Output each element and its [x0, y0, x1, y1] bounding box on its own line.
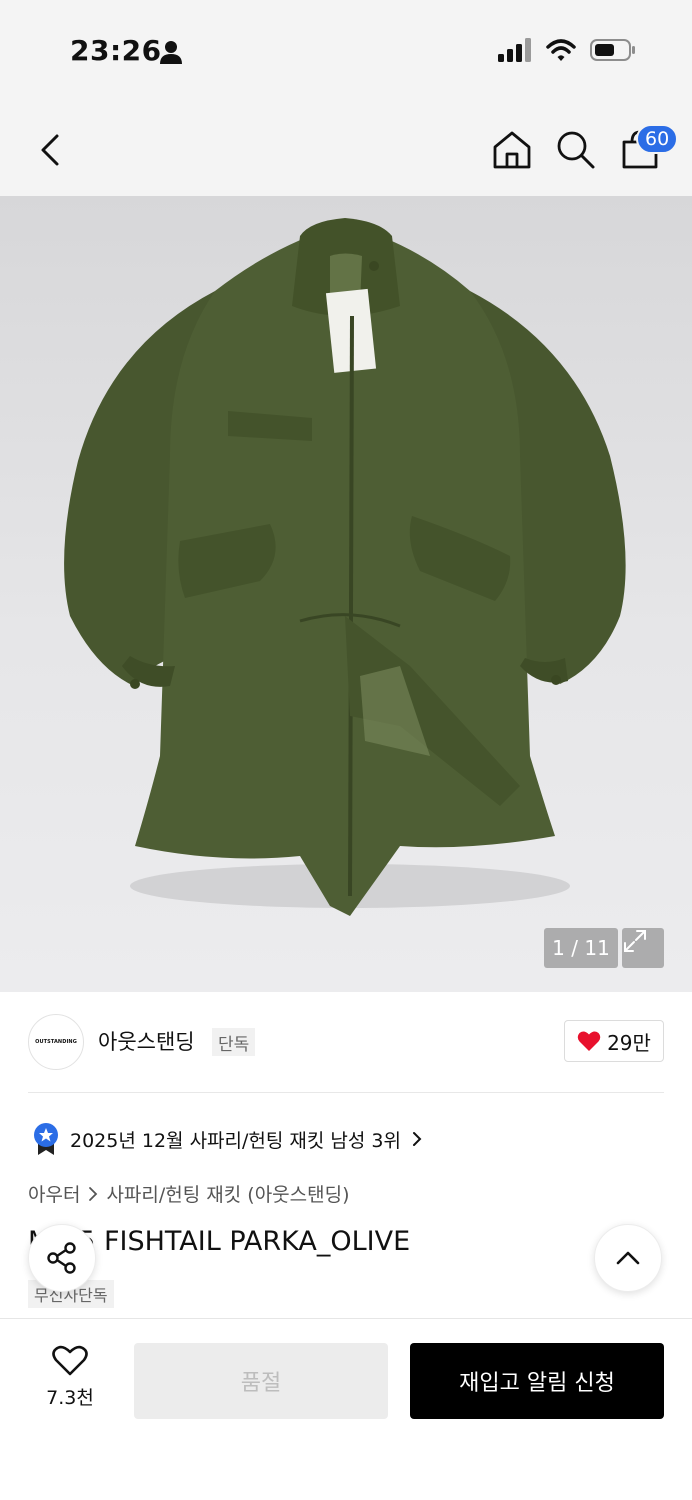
nav-bar	[0, 100, 692, 196]
chevron-left-icon	[41, 134, 59, 166]
back-button[interactable]	[30, 128, 70, 172]
cart-count-badge: 60	[636, 124, 679, 154]
home-icon[interactable]	[490, 128, 534, 172]
chevron-up-icon	[616, 1251, 640, 1265]
battery-icon	[590, 39, 635, 61]
soldout-button[interactable]: 품절	[134, 1343, 388, 1419]
brand-row: OUTSTANDING 아웃스탠딩 단독 29만	[28, 1014, 664, 1070]
scroll-top-button[interactable]	[594, 1224, 662, 1292]
divider	[28, 1092, 664, 1093]
breadcrumb: 아우터 사파리/헌팅 재킷 (아웃스탠딩)	[28, 1180, 350, 1207]
share-button[interactable]	[28, 1224, 96, 1292]
breadcrumb-category[interactable]: 아우터	[28, 1180, 80, 1207]
signal-icon	[498, 38, 531, 62]
status-indicators	[498, 38, 636, 62]
brand-logo[interactable]: OUTSTANDING	[28, 1014, 84, 1070]
bottom-action-bar: 7.3천 품절 재입고 알림 신청	[0, 1318, 692, 1500]
brand-exclusive-tag: 단독	[212, 1028, 256, 1056]
brand-name[interactable]: 아웃스탠딩	[98, 1026, 195, 1056]
chevron-right-icon	[412, 1132, 422, 1146]
restock-alert-button[interactable]: 재입고 알림 신청	[410, 1343, 664, 1419]
wifi-icon	[546, 39, 576, 61]
breadcrumb-subcategory[interactable]: 사파리/헌팅 재킷 (아웃스탠딩)	[106, 1180, 349, 1207]
brand-like-button[interactable]: 29만	[564, 1020, 664, 1062]
search-icon[interactable]	[554, 128, 598, 172]
heart-filled-icon	[577, 1031, 601, 1051]
status-bar: 23:26	[0, 0, 692, 100]
ranking-text: 2025년 12월 사파리/헌팅 재킷 남성 3위	[70, 1129, 401, 1152]
jacket-image	[64, 218, 626, 916]
wishlist-button[interactable]: 7.3천	[36, 1345, 104, 1410]
ranking-badge-icon	[34, 1123, 58, 1155]
brand-like-count: 29만	[607, 1030, 651, 1055]
person-icon	[160, 41, 182, 64]
image-counter: 1 / 11	[544, 928, 618, 968]
ranking-link[interactable]: 2025년 12월 사파리/헌팅 재킷 남성 3위	[32, 1122, 423, 1156]
share-icon	[47, 1242, 76, 1274]
chevron-right-icon	[89, 1186, 98, 1201]
expand-icon	[624, 930, 646, 952]
product-image-gallery[interactable]: 1 / 11	[0, 196, 692, 992]
heart-outline-icon	[52, 1345, 88, 1376]
status-time: 23:26	[70, 34, 162, 67]
expand-image-button[interactable]	[622, 928, 664, 968]
wishlist-count: 7.3천	[46, 1387, 94, 1409]
